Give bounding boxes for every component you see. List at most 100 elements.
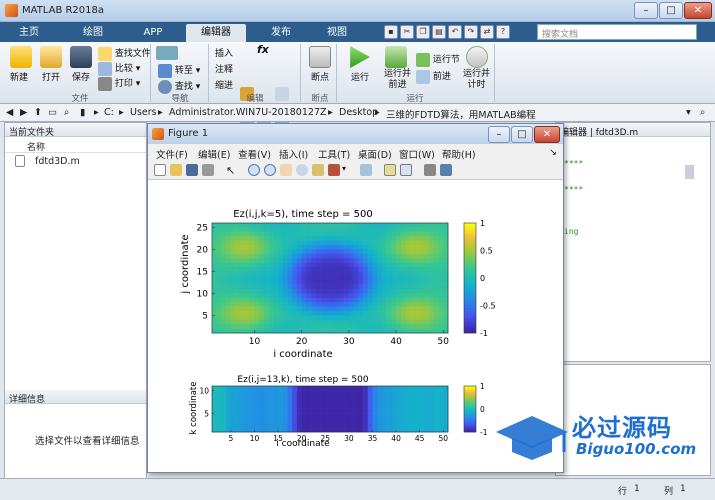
menu-view[interactable]: 查看(V) <box>238 147 271 161</box>
crumb-users[interactable]: Users <box>130 107 157 118</box>
run-advance-icon[interactable] <box>385 46 407 68</box>
minimize-button[interactable]: – <box>634 2 658 19</box>
menu-file[interactable]: 文件(F) <box>156 147 188 161</box>
search-folder-icon[interactable]: ⌕ <box>64 107 69 118</box>
print-icon[interactable] <box>202 164 214 176</box>
browse-folder-icon[interactable]: ▭ <box>48 107 57 118</box>
quick-switch-icon[interactable]: ⇄ <box>480 25 494 39</box>
legend-icon[interactable] <box>400 164 412 176</box>
crumb-project[interactable]: 三维的FDTD算法，用MATLAB编程 <box>386 107 536 121</box>
heatmap-cell <box>306 328 312 334</box>
quick-redo-icon[interactable]: ↷ <box>464 25 478 39</box>
back-arrow-icon[interactable]: ◀ <box>6 107 13 118</box>
save-icon[interactable] <box>186 164 198 176</box>
zoom-in-icon[interactable] <box>248 164 260 176</box>
open-folder-icon[interactable] <box>40 46 62 68</box>
up-folder-icon[interactable]: ⬆ <box>34 107 42 118</box>
new-button[interactable]: 新建 <box>10 70 28 83</box>
close-button[interactable]: ✕ <box>684 2 712 19</box>
heatmap-cell <box>235 404 241 410</box>
new-icon[interactable] <box>10 46 32 68</box>
quick-paste-icon[interactable]: ▤ <box>432 25 446 39</box>
brush-icon[interactable] <box>328 164 340 176</box>
brush-dropdown-icon[interactable]: ▾ <box>342 164 354 176</box>
address-options-icon[interactable]: ⌕ <box>700 107 705 118</box>
crumb-desktop[interactable]: Desktop <box>339 107 378 118</box>
list-item[interactable]: fdtd3D.m <box>11 155 141 169</box>
crumb-drive[interactable]: C: <box>104 107 114 118</box>
heatmap-cell <box>254 328 260 334</box>
quick-help-icon[interactable]: ? <box>496 25 510 39</box>
quick-save-icon[interactable]: ▪ <box>384 25 398 39</box>
tab-plots[interactable]: 绘图 <box>68 24 118 42</box>
save-icon[interactable] <box>70 46 92 68</box>
editor-scrollbar-thumb[interactable] <box>685 165 694 179</box>
figure-close-button[interactable]: ✕ <box>534 126 560 143</box>
menu-help[interactable]: 帮助(H) <box>442 147 476 161</box>
figure-minimize-button[interactable]: – <box>488 126 510 143</box>
run-section-button[interactable]: 运行节 <box>416 52 460 67</box>
run-advance-button[interactable]: 运行并 前进 <box>384 69 411 91</box>
zoom-out-icon[interactable] <box>264 164 276 176</box>
link-plot-icon[interactable] <box>360 164 372 176</box>
menu-tools[interactable]: 工具(T) <box>318 147 350 161</box>
compare-button[interactable]: 比较 ▾ <box>98 61 140 76</box>
heatmap-cell <box>292 315 298 321</box>
tab-editor[interactable]: 编辑器 <box>186 24 246 42</box>
show-plot-tools-icon[interactable] <box>440 164 452 176</box>
goto-button[interactable]: 转至 ▾ <box>158 63 200 78</box>
run-button[interactable]: 运行 <box>351 70 369 83</box>
pan-hand-icon[interactable] <box>280 164 292 176</box>
address-dropdown-icon[interactable]: ▾ <box>686 107 691 118</box>
tab-apps[interactable]: APP <box>128 24 178 42</box>
quick-undo-icon[interactable]: ↶ <box>448 25 462 39</box>
heatmap-cell <box>381 289 387 294</box>
breakpoints-button[interactable]: 断点 <box>311 70 329 83</box>
tab-view[interactable]: 视图 <box>312 24 362 42</box>
column-header-name[interactable]: 名称 <box>5 137 146 153</box>
open-icon[interactable] <box>170 164 182 176</box>
breakpoints-icon[interactable] <box>309 46 331 68</box>
run-icon[interactable] <box>350 46 370 68</box>
open-button[interactable]: 打开 <box>42 70 60 83</box>
forward-arrow-icon[interactable]: ▶ <box>20 107 27 118</box>
find-files-button[interactable]: 查找文件 <box>98 46 151 61</box>
tab-publish[interactable]: 发布 <box>256 24 306 42</box>
comment-button[interactable]: 注释 <box>215 62 233 75</box>
run-time-button[interactable]: 运行并 计时 <box>463 69 490 91</box>
hide-plot-tools-icon[interactable] <box>424 164 436 176</box>
colorbar-icon[interactable] <box>384 164 396 176</box>
menu-edit[interactable]: 编辑(E) <box>198 147 230 161</box>
pointer-icon[interactable]: ↖ <box>226 164 238 177</box>
menu-insert[interactable]: 插入(I) <box>279 147 308 161</box>
menu-window[interactable]: 窗口(W) <box>399 147 435 161</box>
search-input[interactable]: 搜索文档 <box>537 24 697 40</box>
save-button[interactable]: 保存 <box>72 70 90 83</box>
tab-home[interactable]: 主页 <box>6 24 52 42</box>
heatmap-cell <box>212 227 218 233</box>
run-time-icon[interactable] <box>466 46 488 68</box>
editor-tab[interactable]: 编辑器 | fdtd3D.m <box>556 123 710 138</box>
maximize-button[interactable]: □ <box>659 2 683 19</box>
quick-copy-icon[interactable]: ❐ <box>416 25 430 39</box>
heatmap-cell <box>381 422 387 428</box>
back-fwd-button[interactable] <box>156 46 178 60</box>
menu-desktop[interactable]: 桌面(D) <box>358 147 392 161</box>
new-figure-icon[interactable] <box>154 164 166 176</box>
heatmap-cell <box>438 390 444 396</box>
heatmap-cell <box>344 311 350 316</box>
heatmap-cell <box>221 231 227 237</box>
figure-title-bar[interactable]: Figure 1 – □ ✕ <box>148 124 563 144</box>
menu-dock-icon[interactable]: ↘ <box>549 147 557 158</box>
data-cursor-icon[interactable] <box>312 164 324 176</box>
rotate-icon[interactable] <box>296 164 308 176</box>
function-fx-icon[interactable]: fx <box>257 43 269 56</box>
indent-button[interactable]: 缩进 <box>215 78 233 91</box>
print-button[interactable]: 打印 ▾ <box>98 76 140 91</box>
insert-button[interactable]: 插入 <box>215 46 233 59</box>
crumb-admin[interactable]: Administrator.WIN7U-20180127Z <box>169 107 327 118</box>
figure-maximize-button[interactable]: □ <box>511 126 533 143</box>
quick-cut-icon[interactable]: ✂ <box>400 25 414 39</box>
heatmap-cell <box>212 395 218 401</box>
advance-button[interactable]: 前进 <box>416 69 451 84</box>
